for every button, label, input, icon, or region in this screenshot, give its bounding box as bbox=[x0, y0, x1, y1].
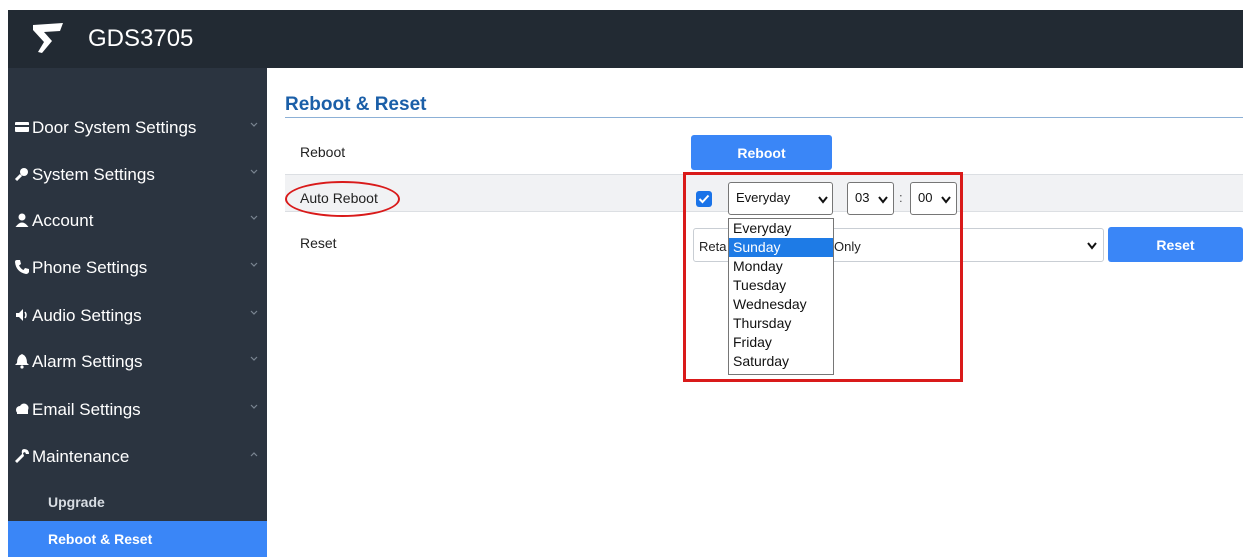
sidebar-subitem-reboot-reset[interactable]: Reboot & Reset bbox=[8, 521, 267, 557]
day-dropdown-list: Everyday Sunday Monday Tuesday Wednesday… bbox=[728, 218, 834, 375]
dropdown-option-wednesday[interactable]: Wednesday bbox=[729, 295, 833, 314]
dropdown-option-saturday[interactable]: Saturday bbox=[729, 352, 833, 371]
dropdown-option-everyday[interactable]: Everyday bbox=[729, 219, 833, 238]
sidebar-item-phone-settings[interactable]: Phone Settings bbox=[8, 246, 267, 292]
sidebar-item-label: System Settings bbox=[32, 165, 155, 184]
title-divider bbox=[285, 117, 1243, 118]
sidebar-subitem-label: Upgrade bbox=[48, 494, 105, 510]
sidebar-item-label: Email Settings bbox=[32, 400, 141, 419]
sidebar-item-maintenance[interactable]: Maintenance bbox=[8, 435, 267, 481]
hour-select-value: 03 bbox=[855, 190, 870, 205]
sidebar-item-label: Maintenance bbox=[32, 447, 130, 466]
sidebar-item-label: Door System Settings bbox=[32, 118, 197, 137]
app-title: GDS3705 bbox=[88, 25, 194, 52]
chevron-down-icon bbox=[818, 196, 828, 204]
minute-select-value: 00 bbox=[918, 190, 933, 205]
chevron-down-icon bbox=[250, 169, 258, 174]
sidebar-item-door-system-settings[interactable]: Door System Settings bbox=[8, 106, 267, 152]
chevron-down-icon bbox=[250, 310, 258, 315]
sidebar-item-label: Audio Settings bbox=[32, 306, 142, 325]
sidebar-subitem-label: Reboot & Reset bbox=[48, 531, 153, 547]
reset-button[interactable]: Reset bbox=[1108, 227, 1243, 262]
sidebar-item-label: Account bbox=[32, 211, 94, 230]
chevron-up-icon bbox=[250, 452, 258, 457]
page-title: Reboot & Reset bbox=[285, 94, 427, 115]
chevron-down-icon bbox=[250, 122, 258, 127]
reboot-label: Reboot bbox=[300, 144, 346, 160]
bell-icon bbox=[15, 354, 29, 369]
key-icon bbox=[14, 168, 28, 182]
reset-label: Reset bbox=[300, 235, 337, 251]
wrench-icon bbox=[15, 449, 29, 463]
chevron-down-icon bbox=[1087, 242, 1097, 250]
checkmark-icon bbox=[698, 194, 710, 204]
sidebar-item-label: Phone Settings bbox=[32, 258, 148, 277]
auto-reboot-hour-select[interactable]: 03 bbox=[847, 182, 894, 215]
sidebar-item-account[interactable]: Account bbox=[8, 199, 267, 245]
sidebar-item-email-settings[interactable]: Email Settings bbox=[8, 388, 267, 434]
time-separator: : bbox=[899, 190, 903, 205]
auto-reboot-label: Auto Reboot bbox=[300, 190, 378, 206]
dropdown-option-thursday[interactable]: Thursday bbox=[729, 314, 833, 333]
sidebar-item-system-settings[interactable]: System Settings bbox=[8, 153, 267, 199]
chevron-down-icon bbox=[941, 196, 951, 204]
reset-select-value-start: Reta bbox=[699, 239, 727, 254]
day-select-value: Everyday bbox=[736, 190, 791, 205]
dropdown-option-monday[interactable]: Monday bbox=[729, 257, 833, 276]
top-bar: GDS3705 bbox=[8, 10, 1243, 68]
chevron-down-icon bbox=[250, 404, 258, 409]
speaker-icon bbox=[16, 309, 27, 321]
auto-reboot-day-select[interactable]: Everyday bbox=[728, 182, 833, 215]
dropdown-option-tuesday[interactable]: Tuesday bbox=[729, 276, 833, 295]
chevron-down-icon bbox=[250, 356, 258, 361]
sidebar-item-audio-settings[interactable]: Audio Settings bbox=[8, 294, 267, 340]
cloud-icon bbox=[16, 403, 29, 414]
dropdown-option-sunday[interactable]: Sunday bbox=[729, 238, 833, 257]
chevron-down-icon bbox=[250, 262, 258, 267]
card-icon bbox=[15, 122, 29, 132]
auto-reboot-minute-select[interactable]: 00 bbox=[910, 182, 957, 215]
auto-reboot-checkbox[interactable] bbox=[696, 191, 712, 207]
reset-select-value-end: Only bbox=[834, 239, 861, 254]
chevron-down-icon bbox=[878, 196, 888, 204]
chevron-down-icon bbox=[250, 215, 258, 220]
phone-icon bbox=[15, 260, 29, 274]
sidebar: Door System Settings System Settings Acc… bbox=[8, 68, 267, 557]
grandstream-logo-icon bbox=[33, 23, 63, 53]
sidebar-subitem-upgrade[interactable]: Upgrade bbox=[8, 484, 267, 520]
reboot-button[interactable]: Reboot bbox=[691, 135, 832, 170]
dropdown-option-friday[interactable]: Friday bbox=[729, 333, 833, 352]
person-icon bbox=[15, 213, 29, 227]
sidebar-item-label: Alarm Settings bbox=[32, 352, 143, 371]
sidebar-item-alarm-settings[interactable]: Alarm Settings bbox=[8, 340, 267, 386]
